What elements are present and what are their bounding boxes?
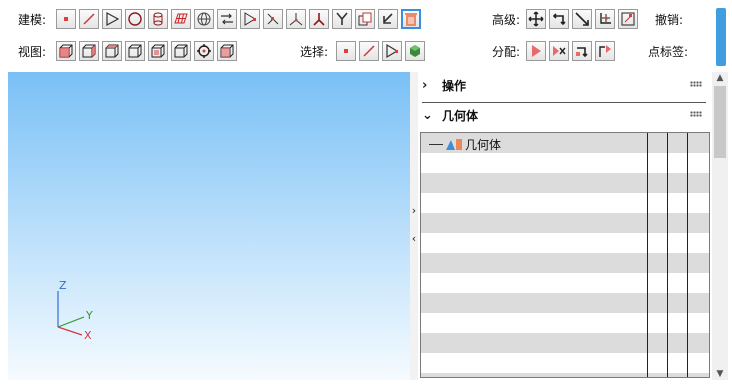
assign-corner-button[interactable] xyxy=(572,41,593,61)
geometry-tree[interactable]: 几何体 xyxy=(420,132,710,378)
y-axis-label: Y xyxy=(85,309,93,322)
side-panel: › 操作 ⌄ 几何体 几何体 xyxy=(418,70,732,380)
table-row xyxy=(421,253,709,273)
assign-flag-button[interactable] xyxy=(526,41,547,61)
create-mesh-button[interactable] xyxy=(171,9,192,29)
branch-button[interactable] xyxy=(332,9,353,29)
advanced-row: 高级: 撤销: xyxy=(492,7,683,31)
create-cylinder-button[interactable] xyxy=(148,9,169,29)
geometry-section-header[interactable]: ⌄ 几何体 xyxy=(422,102,710,128)
column-divider xyxy=(687,133,688,377)
extrude-button[interactable] xyxy=(240,9,261,29)
view-back-button[interactable] xyxy=(79,41,100,61)
chevron-right-icon[interactable]: › xyxy=(422,78,436,93)
select-line-button[interactable] xyxy=(359,41,380,61)
tree-item-label: 几何体 xyxy=(465,137,502,152)
table-row xyxy=(421,233,709,253)
table-row xyxy=(421,213,709,233)
advanced-label: 高级: xyxy=(492,12,521,27)
create-sphere-button[interactable] xyxy=(194,9,215,29)
table-row xyxy=(421,153,709,173)
copy-button[interactable] xyxy=(355,9,376,29)
view-top-button[interactable] xyxy=(148,41,169,61)
intersect-button[interactable] xyxy=(286,9,307,29)
geometry-icon xyxy=(446,139,462,150)
view-right-button[interactable] xyxy=(125,41,146,61)
create-line-button[interactable] xyxy=(79,9,100,29)
create-triangle-button[interactable] xyxy=(102,9,123,29)
select-body-button[interactable] xyxy=(405,41,426,61)
assign-label: 分配: xyxy=(492,44,521,59)
y-axis-line xyxy=(57,316,85,328)
assign-row: 分配: 点标签: xyxy=(492,39,688,63)
expand-right-icon[interactable]: › xyxy=(410,205,418,216)
grip-icon[interactable] xyxy=(690,111,702,117)
create-point-button[interactable] xyxy=(56,9,77,29)
split-button[interactable] xyxy=(263,9,284,29)
select-face-button[interactable] xyxy=(382,41,403,61)
rotate-button[interactable] xyxy=(549,9,570,29)
column-divider xyxy=(667,133,668,377)
move-to-corner-button[interactable] xyxy=(378,9,399,29)
transform-button[interactable] xyxy=(217,9,238,29)
tree-item-geometry[interactable]: 几何体 xyxy=(429,135,501,153)
modeling-row: 建模: xyxy=(18,7,424,31)
assign-target-button[interactable] xyxy=(595,41,616,61)
modeling-label: 建模: xyxy=(18,12,47,27)
zoom-fit-button[interactable] xyxy=(194,41,215,61)
assign-remove-button[interactable] xyxy=(549,41,570,61)
select-point-button[interactable] xyxy=(336,41,357,61)
collapse-toolbar-button[interactable] xyxy=(716,8,726,66)
view-iso-button[interactable] xyxy=(217,41,238,61)
select-label: 选择: xyxy=(300,44,329,59)
select-row: 选择: xyxy=(300,39,428,63)
toolbar: 建模: 高级: 撤销: 视图: 选择: 分配: 点标签: xyxy=(0,0,732,70)
view-front-button[interactable] xyxy=(56,41,77,61)
operations-section-header[interactable]: › 操作 xyxy=(422,72,710,98)
table-row xyxy=(421,313,709,333)
table-row xyxy=(421,193,709,213)
frame-button[interactable] xyxy=(618,9,639,29)
move-arrows-button[interactable] xyxy=(526,9,547,29)
chevron-down-icon[interactable]: ⌄ xyxy=(422,108,436,123)
expand-left-icon[interactable]: ‹ xyxy=(410,233,418,244)
axis-triad: Z Y X xyxy=(57,279,93,342)
vertical-scrollbar[interactable]: ▲ ▼ xyxy=(712,72,728,380)
table-row xyxy=(421,373,709,377)
point-label-label: 点标签: xyxy=(648,44,689,59)
3d-viewport[interactable]: Z Y X xyxy=(8,72,410,380)
snap-button[interactable] xyxy=(595,9,616,29)
scroll-thumb[interactable] xyxy=(714,86,726,158)
scroll-up-icon[interactable]: ▲ xyxy=(712,73,728,83)
view-row: 视图: xyxy=(18,39,240,63)
tree-connector xyxy=(429,143,443,145)
grip-icon[interactable] xyxy=(690,81,702,87)
operations-title: 操作 xyxy=(442,78,467,93)
geometry-title: 几何体 xyxy=(442,108,479,123)
table-row xyxy=(421,353,709,373)
x-axis-line xyxy=(57,326,83,336)
table-row xyxy=(421,333,709,353)
view-bottom-button[interactable] xyxy=(171,41,192,61)
table-row xyxy=(421,273,709,293)
x-axis-label: X xyxy=(84,329,92,342)
column-divider xyxy=(647,133,648,377)
table-row xyxy=(421,173,709,193)
panel-splitter[interactable]: › ‹ xyxy=(410,72,418,380)
view-left-button[interactable] xyxy=(102,41,123,61)
table-row xyxy=(421,293,709,313)
scale-button[interactable] xyxy=(572,9,593,29)
view-label: 视图: xyxy=(18,44,47,59)
delete-button[interactable] xyxy=(401,9,422,29)
merge-button[interactable] xyxy=(309,9,330,29)
create-circle-button[interactable] xyxy=(125,9,146,29)
z-axis-label: Z xyxy=(59,279,67,292)
undo-label: 撤销: xyxy=(655,12,684,27)
scroll-down-icon[interactable]: ▼ xyxy=(712,369,728,379)
